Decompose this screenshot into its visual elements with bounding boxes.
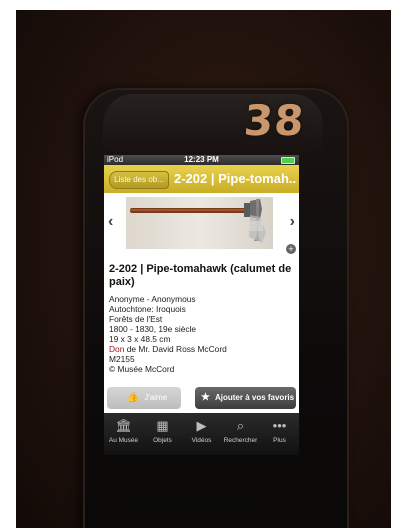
artwork-details: 2-202 | Pipe-tomahawk (calumet de paix) … — [109, 263, 295, 374]
nav-title: 2-202 | Pipe-tomah... — [174, 171, 297, 186]
tab-label: Au Musée — [108, 437, 139, 444]
detail-culture: Autochtone: Iroquois — [109, 304, 186, 314]
tab-rechercher[interactable]: ⌕ Rechercher — [221, 413, 260, 455]
tab-bar: 🏛 Au Musée ▦ Objets ▶ Vidéos ⌕ Recherche… — [104, 413, 299, 455]
status-bar: iPod 12:23 PM — [104, 155, 299, 165]
search-icon: ⌕ — [236, 418, 245, 433]
objects-icon: ▦ — [156, 418, 169, 433]
tab-label: Objets — [153, 437, 172, 444]
detail-date: 1800 - 1830, 19e siècle — [109, 324, 197, 334]
thumbs-up-icon: 👍 — [126, 392, 140, 403]
artwork-image[interactable] — [126, 197, 273, 249]
star-icon: ★ — [201, 392, 210, 403]
status-time: 12:23 PM — [184, 155, 219, 164]
artwork-title: 2-202 | Pipe-tomahawk (calumet de paix) — [109, 263, 292, 288]
battery-icon — [281, 157, 295, 164]
tab-au-musee[interactable]: 🏛 Au Musée — [104, 413, 143, 455]
donation-rest: de Mr. David Ross McCord — [124, 344, 227, 354]
pipe-tomahawk-image — [130, 199, 266, 243]
sticker-number: 38 — [242, 96, 307, 145]
detail-copyright: © Musée McCord — [109, 364, 175, 374]
tab-plus[interactable]: ••• Plus — [260, 413, 299, 455]
detail-donation: Don de Mr. David Ross McCord — [109, 344, 295, 354]
plus-icon[interactable]: + — [286, 244, 296, 254]
artwork-gallery: ‹ › + — [104, 193, 299, 256]
more-icon: ••• — [272, 418, 287, 433]
chevron-left-icon[interactable]: ‹ — [108, 213, 113, 231]
detail-accession: M2155 — [109, 354, 135, 364]
nav-bar: Liste des ob... 2-202 | Pipe-tomah... — [104, 165, 299, 194]
tab-label: Plus — [273, 437, 286, 444]
device-screen: iPod 12:23 PM Liste des ob... 2-202 | Pi… — [104, 155, 299, 455]
tab-label: Rechercher — [223, 437, 258, 444]
donation-prefix: Don — [109, 344, 125, 354]
like-label: J'aime — [144, 393, 168, 402]
detail-maker: Anonyme - Anonymous — [109, 294, 196, 304]
museum-icon: 🏛 — [115, 418, 133, 433]
tab-label: Vidéos — [191, 437, 212, 444]
video-icon: ▶ — [196, 418, 207, 433]
tab-objets[interactable]: ▦ Objets — [143, 413, 182, 455]
detail-dimensions: 19 x 3 x 48.5 cm — [109, 334, 171, 344]
tab-videos[interactable]: ▶ Vidéos — [182, 413, 221, 455]
like-button[interactable]: 👍 J'aime — [107, 387, 181, 409]
add-favorite-button[interactable]: ★ Ajouter à vos favoris — [195, 387, 296, 409]
chevron-right-icon[interactable]: › — [290, 213, 295, 231]
back-button[interactable]: Liste des ob... — [109, 171, 169, 189]
action-buttons: 👍 J'aime ★ Ajouter à vos favoris — [104, 387, 299, 409]
favorite-label: Ajouter à vos favoris — [214, 393, 295, 402]
detail-region: Forêts de l'Est — [109, 314, 163, 324]
